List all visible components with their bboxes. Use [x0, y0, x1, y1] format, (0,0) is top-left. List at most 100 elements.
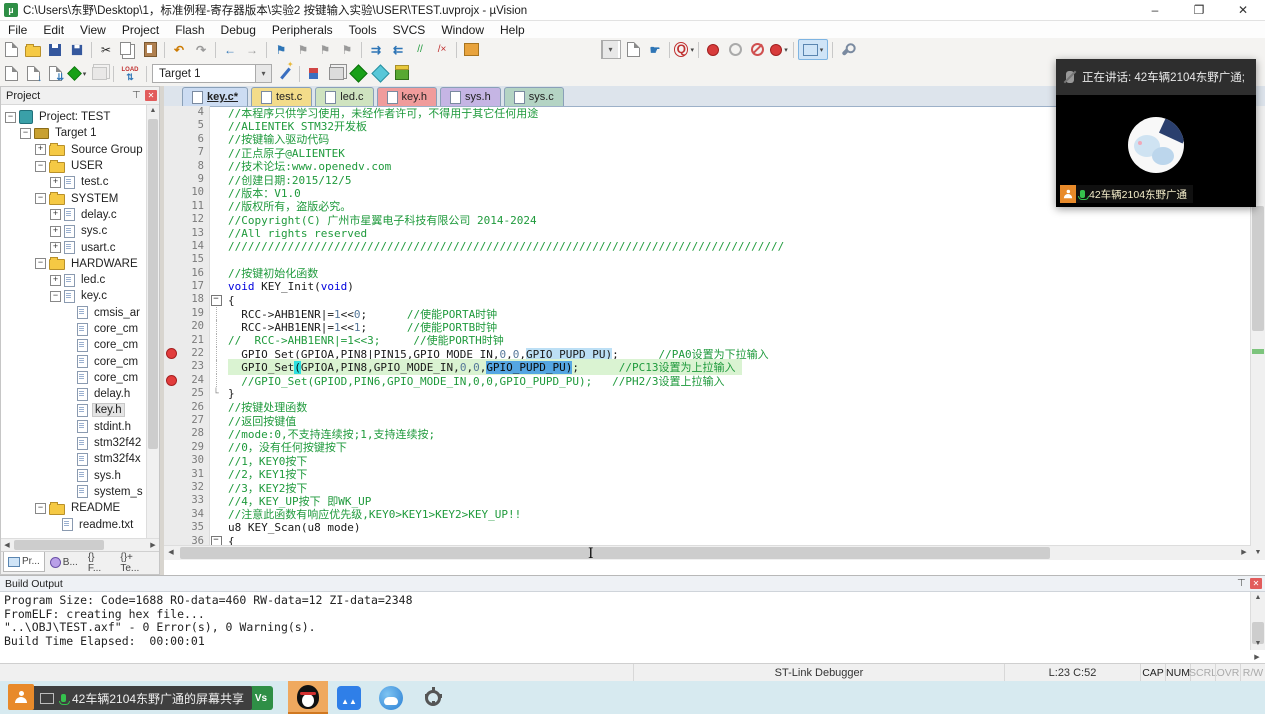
batch-build-icon[interactable]: ▾ [66, 64, 87, 83]
menu-tools[interactable]: Tools [341, 23, 385, 37]
tree-item-core_cm[interactable]: core_cm [1, 370, 147, 386]
next-bookmark-icon[interactable]: ⚑ [315, 40, 335, 59]
collapse-icon[interactable]: − [35, 193, 46, 205]
menu-peripherals[interactable]: Peripherals [264, 23, 341, 37]
disable-all-breakpoints-icon[interactable] [747, 40, 767, 59]
collapse-icon[interactable]: − [35, 160, 46, 172]
screen-share-banner[interactable]: 42车辆2104东野广通的屏幕共享 [8, 684, 253, 710]
editor-tab-led.c[interactable]: led.c [315, 87, 374, 106]
browser-taskbar-icon[interactable] [378, 685, 404, 711]
configure-tools-icon[interactable] [837, 40, 857, 59]
scroll-up-icon[interactable]: ▲ [1251, 592, 1265, 604]
menu-flash[interactable]: Flash [167, 23, 212, 37]
indent-icon[interactable]: ⇉ [366, 40, 386, 59]
manage-rte-icon[interactable] [348, 64, 368, 83]
cut-icon[interactable]: ✂ [96, 40, 116, 59]
tree-item-led.c[interactable]: + led.c [1, 272, 147, 288]
project-panel-close-icon[interactable]: ✕ [145, 90, 157, 101]
scroll-right-icon[interactable]: ▶ [1237, 546, 1251, 560]
outdent-icon[interactable]: ⇇ [388, 40, 408, 59]
prev-bookmark-icon[interactable]: ⚑ [293, 40, 313, 59]
editor-tab-test.c[interactable]: test.c [251, 87, 313, 106]
tree-item-SourceGroup1[interactable]: + Source Group 1 [1, 142, 152, 158]
paste-icon[interactable] [140, 40, 160, 59]
tree-item-sys.c[interactable]: + sys.c [1, 223, 147, 239]
tree-item-stm32f4x[interactable]: stm32f4x [1, 451, 147, 467]
tree-item-readme.txt[interactable]: readme.txt [1, 516, 147, 532]
tree-item-HARDWARE[interactable]: − HARDWARE [1, 256, 147, 272]
menu-svcs[interactable]: SVCS [385, 23, 434, 37]
panel-tab-2[interactable]: {} F... [83, 552, 116, 574]
minimize-button[interactable]: – [1133, 1, 1177, 20]
call-overlay-window[interactable]: 正在讲话: 42车辆2104东野广通; 42车辆2104东野广通 [1056, 59, 1256, 207]
code-line-17[interactable]: 17 void KEY_Init(void) [164, 280, 1251, 294]
collapse-icon[interactable]: − [35, 502, 46, 514]
code-line-12[interactable]: 12//Copyright(C) 广州市星翼电子科技有限公司 2014-2024 [164, 213, 1251, 227]
scroll-down-icon[interactable]: ▼ [1251, 638, 1265, 650]
docs-taskbar-icon[interactable]: ▲▲ [336, 685, 362, 711]
clear-bookmarks-icon[interactable]: ⚑ [337, 40, 357, 59]
menu-view[interactable]: View [72, 23, 114, 37]
project-tree-scrollbar[interactable]: ▲ [146, 105, 159, 538]
expand-icon[interactable]: + [50, 209, 61, 221]
expand-icon[interactable]: + [50, 242, 61, 254]
find-combo[interactable]: ▾ [601, 40, 621, 59]
editor-hscrollbar[interactable]: ◀ ▶ [164, 545, 1251, 560]
menu-debug[interactable]: Debug [213, 23, 264, 37]
code-line-24[interactable]: 24 //GPIO_Set(GPIOD,PIN6,GPIO_MODE_IN,0,… [164, 373, 1251, 388]
save-icon[interactable] [45, 40, 65, 59]
settings-taskbar-icon[interactable] [420, 685, 446, 711]
close-button[interactable]: ✕ [1221, 1, 1265, 20]
panel-tab-1[interactable]: B... [45, 552, 83, 573]
tree-item-ProjectTEST[interactable]: − Project: TEST [1, 109, 147, 125]
scroll-down-icon[interactable]: ▼ [1251, 546, 1265, 560]
copy-icon[interactable] [118, 40, 138, 59]
expand-icon[interactable]: + [35, 144, 46, 156]
editor-tab-key.h[interactable]: key.h [376, 87, 438, 106]
code-line-13[interactable]: 13//All rights reserved [164, 226, 1251, 240]
nav-forward-icon[interactable]: → [242, 40, 262, 59]
editor-tab-sys.h[interactable]: sys.h [440, 87, 501, 106]
tree-item-README[interactable]: − README [1, 500, 147, 516]
build-output-scrollbar[interactable]: ▲ ▼ [1250, 592, 1265, 650]
menu-help[interactable]: Help [492, 23, 533, 37]
redo-icon[interactable]: ↷ [191, 40, 211, 59]
tree-item-USER[interactable]: − USER [1, 158, 147, 174]
breakpoint-icon[interactable] [165, 348, 177, 360]
code-line-16[interactable]: 16//按键初始化函数 [164, 266, 1251, 280]
build-output-close-icon[interactable]: ✕ [1250, 578, 1262, 589]
expand-icon[interactable]: + [50, 225, 61, 237]
select-packs-icon[interactable] [370, 64, 390, 83]
call-overlay-header[interactable]: 正在讲话: 42车辆2104东野广通; [1056, 59, 1256, 95]
rebuild-icon[interactable]: ⇊ [45, 64, 65, 83]
build-output-text[interactable]: Program Size: Code=1688 RO-data=460 RW-d… [0, 592, 1250, 664]
panel-tab-3[interactable]: {}+ Te... [115, 552, 159, 574]
pin-icon[interactable]: ⊤ [1237, 578, 1247, 589]
editor-tab-sys.c[interactable]: sys.c [503, 87, 564, 106]
debug-windows-icon[interactable]: ▾ [798, 39, 828, 60]
incremental-find-icon[interactable]: ☛ [645, 40, 665, 59]
restore-button[interactable]: ❐ [1177, 1, 1221, 20]
mic-muted-icon[interactable] [1066, 71, 1074, 83]
scroll-up-icon[interactable]: ▲ [147, 105, 159, 117]
tree-item-usart.c[interactable]: + usart.c [1, 239, 147, 255]
toggle-bookmark-icon[interactable]: ⚑ [271, 40, 291, 59]
menu-edit[interactable]: Edit [35, 23, 72, 37]
manage-project-items-icon[interactable] [304, 64, 324, 83]
tree-item-delay.h[interactable]: delay.h [1, 386, 147, 402]
tree-item-stdint.h[interactable]: stdint.h [1, 419, 147, 435]
expand-icon[interactable]: + [50, 176, 61, 188]
tree-item-delay.c[interactable]: + delay.c [1, 207, 147, 223]
qq-taskbar-icon[interactable] [288, 681, 328, 714]
code-line-14[interactable]: 14//////////////////////////////////////… [164, 239, 1251, 254]
tree-item-core_cm[interactable]: core_cm [1, 353, 147, 369]
tree-item-key.c[interactable]: − key.c [1, 288, 147, 304]
collapse-icon[interactable]: − [5, 111, 16, 123]
find-in-files-icon[interactable] [623, 40, 643, 59]
editor-tab-key.c[interactable]: key.c* [182, 87, 248, 106]
target-select-dropdown-icon[interactable]: ▾ [255, 65, 271, 82]
quick-search-icon[interactable]: Q ▾ [674, 40, 694, 59]
enable-breakpoint-icon[interactable] [725, 40, 745, 59]
tree-item-Target1[interactable]: − Target 1 [1, 125, 147, 141]
menu-project[interactable]: Project [114, 23, 167, 37]
